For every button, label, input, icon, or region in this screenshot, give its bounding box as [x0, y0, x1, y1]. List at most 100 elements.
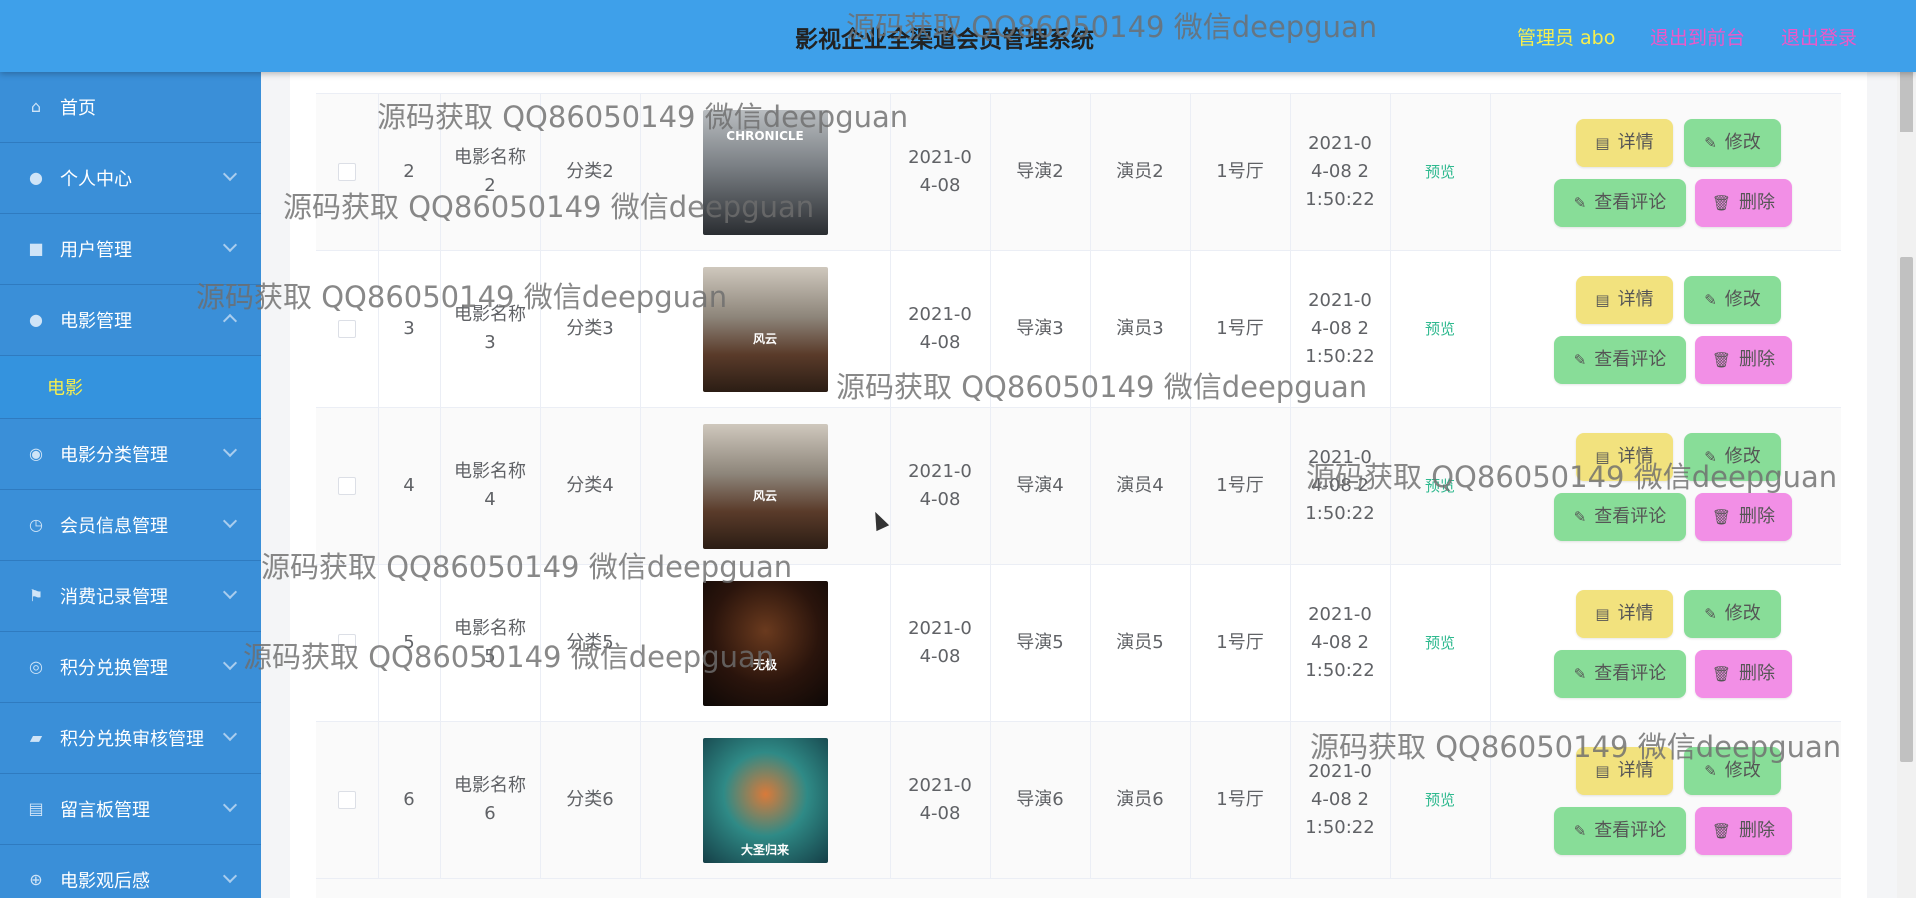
release-date: 2021-04-08 [908, 618, 972, 667]
edit-button-label: 修改 [1724, 446, 1761, 467]
edit-button[interactable]: ✎ 修改 [1684, 119, 1781, 167]
delete-button[interactable]: 🗑 删除 [1695, 650, 1792, 698]
document-icon: ▤ [1595, 291, 1610, 309]
movie-poster[interactable]: CHRONICLE [702, 109, 828, 235]
edit-button[interactable]: ✎ 修改 [1684, 433, 1781, 481]
view-comments-label: 查看评论 [1594, 192, 1667, 213]
cell-poster: 无极 [640, 565, 891, 721]
sidebar-item-consumption[interactable]: ⚑ 消费记录管理 [0, 561, 261, 632]
delete-button[interactable]: 🗑 删除 [1695, 179, 1792, 227]
view-comments-button[interactable]: ✎ 查看评论 [1554, 807, 1686, 855]
cell-preview: 预览 [1390, 722, 1491, 878]
scrollbar-top-thumb[interactable] [1900, 72, 1913, 132]
cell-poster: CHRONICLE [640, 94, 891, 250]
row-checkbox-cell [316, 722, 379, 878]
row-actions: ▤ 详情 ✎ 修改 ✎ 查看评论 🗑 删除 [1490, 251, 1841, 407]
cell-preview: 预览 [1390, 251, 1491, 407]
movie-name: 电影名称6 [454, 775, 526, 824]
edit-button[interactable]: ✎ 修改 [1684, 590, 1781, 638]
movie-table: 2 电影名称2 分类2 CHRONICLE 2021-04-08 导演2 演员2 1号厅 202… [316, 72, 1841, 898]
cell-id: 3 [378, 251, 441, 407]
detail-button[interactable]: ▤ 详情 [1576, 276, 1673, 324]
detail-button[interactable]: ▤ 详情 [1576, 590, 1673, 638]
row-checkbox[interactable] [338, 791, 356, 809]
movie-poster[interactable]: 风云 [702, 423, 828, 549]
view-comments-button[interactable]: ✎ 查看评论 [1554, 179, 1686, 227]
preview-link[interactable]: 预览 [1425, 786, 1455, 814]
edit-icon: ✎ [1573, 665, 1587, 683]
table-row [316, 879, 1841, 898]
sidebar: ⌂ 首页 ● 个人中心 ■ 用户管理 ● 电影管理 电影 ◉ 电影分类管理 ◷ … [0, 72, 261, 898]
row-checkbox[interactable] [338, 320, 356, 338]
cell-preview: 预览 [1390, 408, 1491, 564]
movie-poster[interactable]: 风云 [702, 266, 828, 392]
delete-button-label: 删除 [1739, 820, 1776, 841]
view-comments-button[interactable]: ✎ 查看评论 [1554, 493, 1686, 541]
cell-preview: 预览 [1390, 565, 1491, 721]
poster-title: 大圣归来 [740, 842, 789, 857]
logout-link[interactable]: 退出登录 [1781, 23, 1857, 50]
chevron-up-icon [222, 313, 238, 329]
sidebar-item-movies[interactable]: ● 电影管理 [0, 285, 261, 356]
edit-icon: ✎ [1704, 762, 1717, 780]
cell-hall: 1号厅 [1190, 408, 1291, 564]
app-title: 影视企业全渠道会员管理系统 [795, 27, 1094, 53]
exit-to-front-link[interactable]: 退出到前台 [1650, 23, 1745, 50]
row-checkbox[interactable] [338, 163, 356, 181]
view-comments-button[interactable]: ✎ 查看评论 [1554, 650, 1686, 698]
movie-poster[interactable]: 大圣归来 [702, 737, 828, 863]
detail-button[interactable]: ▤ 详情 [1576, 433, 1673, 481]
row-checkbox[interactable] [338, 477, 356, 495]
sidebar-subitem-movie[interactable]: 电影 [0, 356, 261, 419]
table-row[interactable]: 3 电影名称3 分类3 风云 2021-04-08 导演3 演员3 1号厅 2021-04-08… [316, 251, 1841, 408]
sidebar-item-home[interactable]: ⌂ 首页 [0, 72, 261, 143]
preview-link[interactable]: 预览 [1425, 472, 1455, 500]
table-row[interactable]: 4 电影名称4 分类4 风云 2021-04-08 导演4 演员4 1号厅 2021-04-08… [316, 408, 1841, 565]
delete-button[interactable]: 🗑 删除 [1695, 807, 1792, 855]
detail-button-label: 详情 [1617, 289, 1654, 310]
sidebar-item-movie-categories[interactable]: ◉ 电影分类管理 [0, 419, 261, 490]
preview-link[interactable]: 预览 [1425, 158, 1455, 186]
table-row[interactable]: 5 电影名称5 分类5 无极 2021-04-08 导演5 演员5 1号厅 2021-04-08… [316, 565, 1841, 722]
scrollbar[interactable] [1897, 72, 1916, 898]
sidebar-item-points-exchange[interactable]: ◎ 积分兑换管理 [0, 632, 261, 703]
cell-actor: 演员2 [1090, 94, 1191, 250]
clock-icon: ◷ [29, 515, 43, 534]
scrollbar-thumb[interactable] [1900, 257, 1913, 762]
cell-time: 2021-04-08 21:50:22 [1290, 94, 1391, 250]
view-comments-button[interactable]: ✎ 查看评论 [1554, 336, 1686, 384]
release-date: 2021-04-08 [908, 775, 972, 824]
delete-button[interactable]: 🗑 删除 [1695, 493, 1792, 541]
detail-button[interactable]: ▤ 详情 [1576, 119, 1673, 167]
cell-id: 2 [378, 94, 441, 250]
sidebar-item-member-info[interactable]: ◷ 会员信息管理 [0, 490, 261, 561]
sidebar-item-points-review[interactable]: ▰ 积分兑换审核管理 [0, 703, 261, 774]
sidebar-item-reviews[interactable]: ⊕ 电影观后感 [0, 845, 261, 898]
table-row[interactable]: 2 电影名称2 分类2 CHRONICLE 2021-04-08 导演2 演员2 1号厅 202… [316, 93, 1841, 251]
detail-button[interactable]: ▤ 详情 [1576, 747, 1673, 795]
preview-link[interactable]: 预览 [1425, 629, 1455, 657]
chevron-down-icon [222, 584, 238, 600]
edit-icon: ✎ [1573, 351, 1587, 369]
sidebar-item-label: 消费记录管理 [60, 587, 168, 608]
edit-icon: ✎ [1573, 822, 1587, 840]
delete-button-label: 删除 [1739, 349, 1776, 370]
poster-title: 风云 [752, 331, 777, 346]
cell-director: 导演4 [990, 408, 1091, 564]
preview-link[interactable]: 预览 [1425, 315, 1455, 343]
sidebar-item-message-board[interactable]: ▤ 留言板管理 [0, 774, 261, 845]
sidebar-item-profile[interactable]: ● 个人中心 [0, 143, 261, 214]
cell-actions: ▤ 详情 ✎ 修改 ✎ 查看评论 🗑 删除 [1490, 94, 1841, 250]
table-row[interactable]: 6 电影名称6 分类6 大圣归来 2021-04-08 导演6 演员6 1号厅 2021-04-… [316, 722, 1841, 879]
movie-poster[interactable]: 无极 [702, 580, 828, 706]
cell-category: 分类5 [540, 565, 641, 721]
row-checkbox[interactable] [338, 634, 356, 652]
poster-title: CHRONICLE [726, 128, 804, 143]
edit-button[interactable]: ✎ 修改 [1684, 747, 1781, 795]
edit-icon: ✎ [1704, 134, 1717, 152]
show-time: 2021-04-08 21:50:22 [1305, 604, 1375, 681]
delete-button[interactable]: 🗑 删除 [1695, 336, 1792, 384]
sidebar-item-users[interactable]: ■ 用户管理 [0, 214, 261, 285]
edit-button[interactable]: ✎ 修改 [1684, 276, 1781, 324]
bulb-icon: ◉ [29, 444, 43, 463]
